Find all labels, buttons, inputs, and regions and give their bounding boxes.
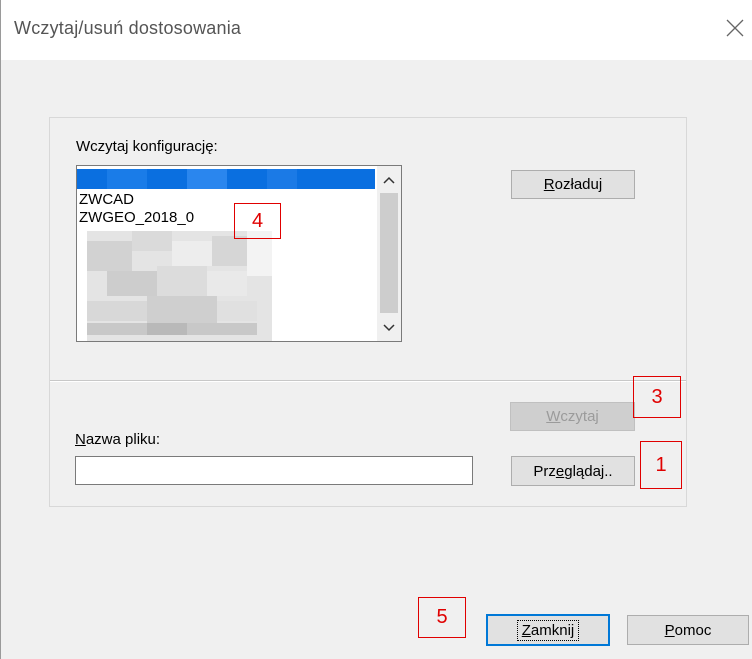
help-button[interactable]: Pomoc xyxy=(627,615,749,645)
load-config-label: Wczytaj konfigurację: xyxy=(76,138,218,155)
browse-button[interactable]: Prz e glądaj.. xyxy=(511,456,635,486)
browse-button-accel: e xyxy=(555,462,565,480)
load-button-accel: W xyxy=(546,408,561,425)
load-button-label: czytaj xyxy=(560,408,599,425)
load-button[interactable]: Wczytaj xyxy=(510,402,635,431)
blurred-list-items xyxy=(87,231,272,341)
filename-input[interactable] xyxy=(75,456,473,485)
selected-list-item[interactable] xyxy=(77,169,375,189)
list-item[interactable]: ZWGEO_2018_0 xyxy=(79,209,194,227)
help-button-accel: P xyxy=(664,621,675,639)
filename-label: Nazwa pliku: xyxy=(75,431,160,448)
browse-button-label: glądaj.. xyxy=(564,462,613,480)
close-button-accel: Z xyxy=(521,621,531,639)
annotation-3: 3 xyxy=(633,376,681,418)
filename-label-accel: N xyxy=(75,431,86,448)
group-separator xyxy=(50,380,686,382)
scroll-up-icon[interactable] xyxy=(377,169,401,191)
unload-button[interactable]: Rozładuj xyxy=(511,170,635,199)
window-border xyxy=(0,0,1,659)
unload-button-label: ozładuj xyxy=(554,176,603,193)
scroll-thumb[interactable] xyxy=(380,193,398,313)
list-item[interactable]: ZWCAD xyxy=(79,191,134,209)
close-button[interactable]: Zamknij xyxy=(486,614,610,646)
help-button-label: omoc xyxy=(674,621,712,639)
close-icon[interactable] xyxy=(723,16,747,40)
browse-button-label-pre: Prz xyxy=(533,462,556,480)
annotation-4: 4 xyxy=(234,203,281,239)
close-button-label: amknij xyxy=(530,621,575,639)
config-listbox[interactable]: ZWCAD ZWGEO_2018_0 xyxy=(76,165,402,342)
filename-label-text: azwa pliku: xyxy=(85,431,161,448)
scroll-down-icon[interactable] xyxy=(377,317,401,339)
dialog-title: Wczytaj/usuń dostosowania xyxy=(14,18,242,38)
annotation-5: 5 xyxy=(418,597,466,638)
close-button-focus: Zamknij xyxy=(516,619,580,641)
unload-button-accel: R xyxy=(543,176,555,193)
annotation-1: 1 xyxy=(640,441,682,489)
